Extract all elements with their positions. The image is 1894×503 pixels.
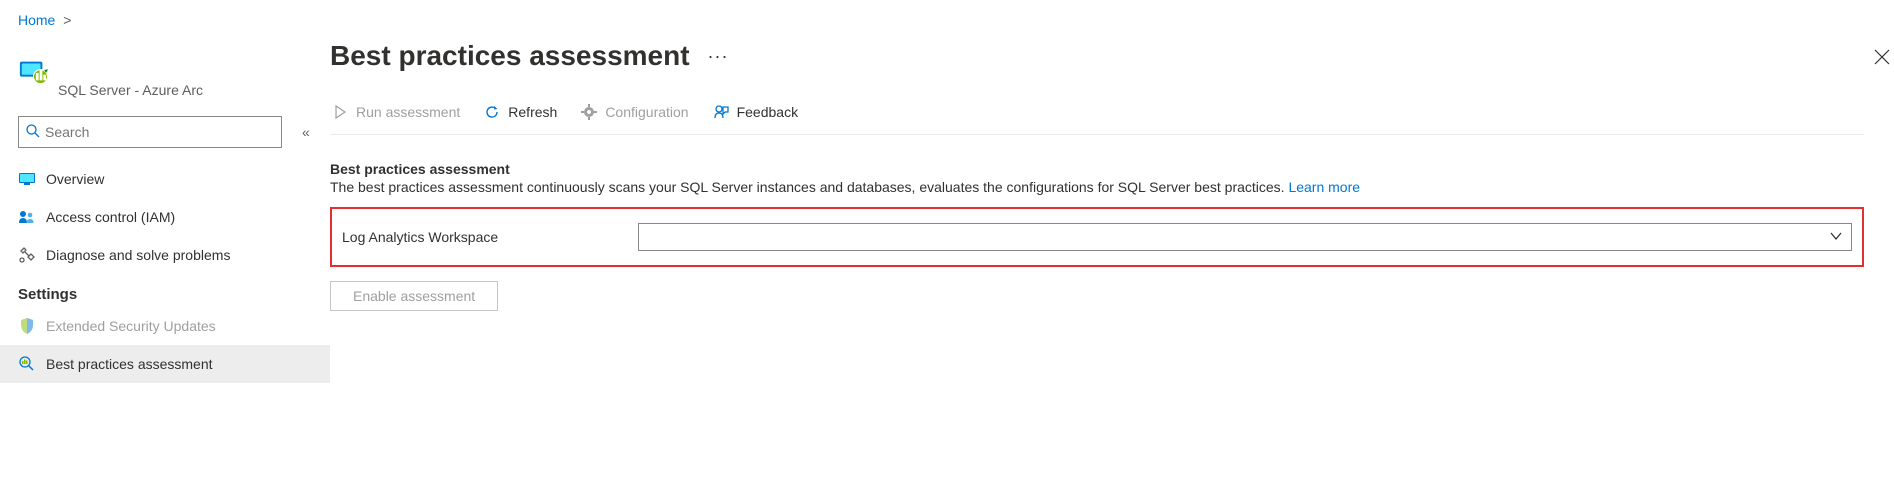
toolbar-label: Feedback [737,104,798,120]
toolbar: Run assessment Refresh Configuration Fee… [330,100,1864,134]
divider [330,134,1864,135]
collapse-sidebar-button[interactable]: « [302,124,306,140]
close-button[interactable] [1870,44,1894,75]
refresh-icon [484,104,500,120]
sidebar-item-label: Access control (IAM) [46,209,175,225]
sidebar-item-access-control[interactable]: Access control (IAM) [0,198,330,236]
sidebar-search[interactable] [18,116,282,148]
feedback-icon [713,104,729,120]
sidebar-item-label: Best practices assessment [46,356,213,372]
workspace-field-label: Log Analytics Workspace [338,229,638,245]
sidebar-section-settings: Settings [18,274,330,307]
shield-icon [18,317,36,335]
sidebar: SQL Server - Azure Arc « Overview Access… [0,34,330,383]
more-actions-button[interactable]: ··· [708,46,729,67]
feedback-button[interactable]: Feedback [711,100,800,124]
chevron-right-icon: > [63,12,71,28]
run-assessment-button: Run assessment [330,100,462,124]
sidebar-item-overview[interactable]: Overview [0,160,330,198]
chevron-down-icon [1829,229,1843,246]
resource-header: SQL Server - Azure Arc [18,34,330,116]
play-icon [332,104,348,120]
main-content: Best practices assessment ··· Run assess… [330,34,1894,311]
enable-assessment-button: Enable assessment [330,281,498,311]
search-icon [25,123,41,142]
configuration-button: Configuration [579,100,690,124]
assessment-icon [18,355,36,373]
resource-type-label: SQL Server - Azure Arc [58,52,203,98]
section-heading: Best practices assessment [330,161,1864,177]
sql-server-arc-icon [18,56,48,86]
sidebar-search-input[interactable] [41,124,275,140]
page-title: Best practices assessment [330,40,690,72]
breadcrumb: Home > [0,0,1894,34]
sidebar-item-best-practices[interactable]: Best practices assessment [0,345,330,383]
sidebar-item-label: Overview [46,171,104,187]
toolbar-label: Configuration [605,104,688,120]
sidebar-item-label: Extended Security Updates [46,318,216,334]
section-description: The best practices assessment continuous… [330,179,1864,195]
workspace-dropdown[interactable] [638,223,1852,251]
workspace-field-highlight: Log Analytics Workspace [330,207,1864,267]
sidebar-item-extended-security[interactable]: Extended Security Updates [0,307,330,345]
toolbar-label: Refresh [508,104,557,120]
refresh-button[interactable]: Refresh [482,100,559,124]
access-control-icon [18,208,36,226]
overview-icon [18,170,36,188]
breadcrumb-home-link[interactable]: Home [18,12,55,28]
learn-more-link[interactable]: Learn more [1288,179,1360,195]
sidebar-item-label: Diagnose and solve problems [46,247,230,263]
diagnose-icon [18,246,36,264]
toolbar-label: Run assessment [356,104,460,120]
sidebar-item-diagnose[interactable]: Diagnose and solve problems [0,236,330,274]
gear-icon [581,104,597,120]
